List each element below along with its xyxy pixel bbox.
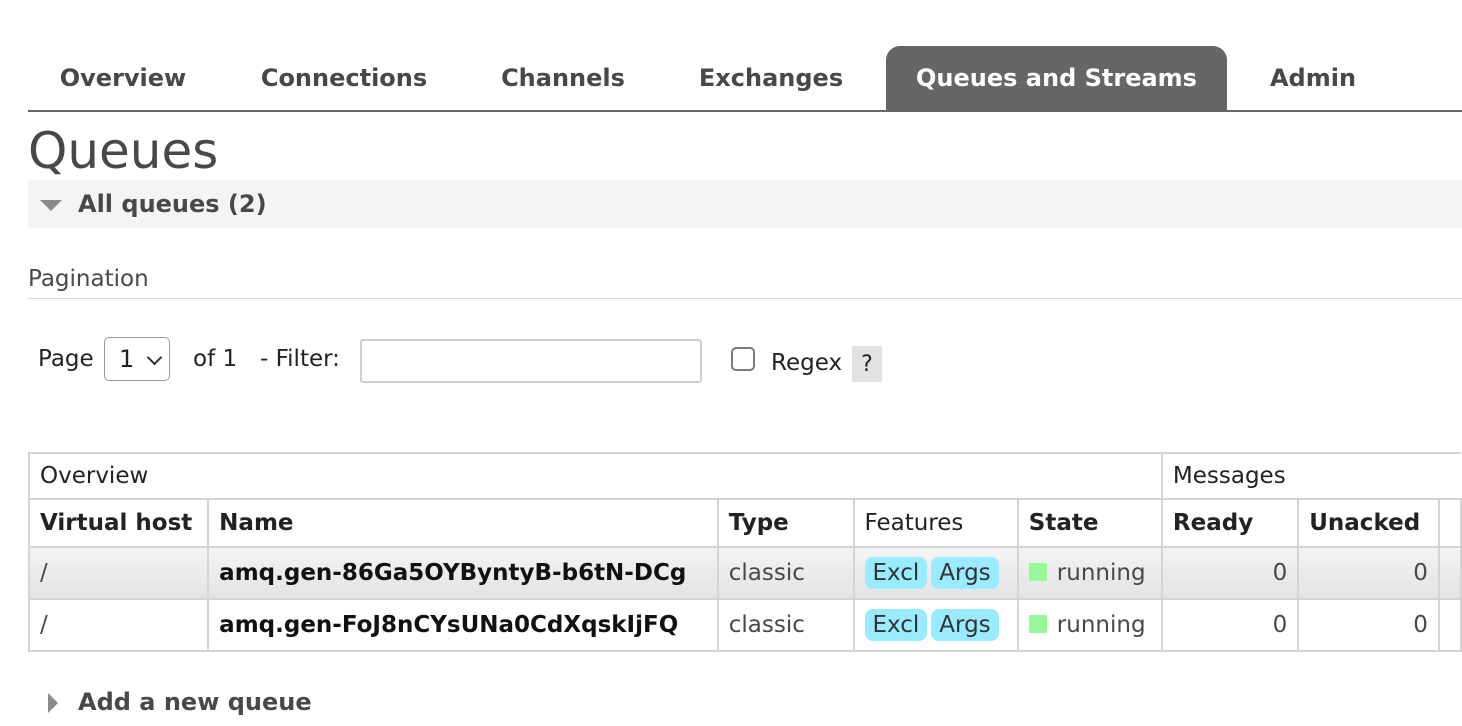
overview-group-header: Overview [28, 452, 1163, 500]
column-header-row: Virtual host Name Type Features State Re… [27, 498, 1462, 548]
col-name[interactable]: Name [207, 498, 719, 548]
all-queues-section-toggle[interactable]: All queues (2) [28, 180, 1462, 228]
features-cell: Excl Args [852, 546, 1019, 600]
add-new-queue-label: Add a new queue [78, 688, 312, 716]
ready-cell: 0 [1160, 598, 1300, 652]
overflow-cell [1437, 546, 1462, 600]
tab-channels[interactable]: Channels [468, 46, 658, 110]
page-select-value: 1 [119, 345, 135, 373]
chevron-down-icon [146, 349, 163, 366]
features-cell: Excl Args [852, 598, 1019, 652]
messages-group-header: Messages [1160, 452, 1461, 500]
expand-triangle-icon [48, 693, 58, 713]
col-unacked[interactable]: Unacked [1297, 498, 1440, 548]
col-type[interactable]: Type [716, 498, 855, 548]
collapse-triangle-icon [40, 200, 62, 211]
state-cell: running [1016, 598, 1163, 652]
pagination-heading: Pagination [28, 266, 149, 292]
filter-input[interactable] [360, 339, 702, 383]
type-cell: classic [716, 598, 855, 652]
vhost-cell: / [27, 546, 210, 600]
tab-admin[interactable]: Admin [1242, 46, 1384, 110]
regex-label: Regex [771, 350, 843, 376]
feature-badge-excl: Excl [864, 609, 928, 641]
add-new-queue-toggle[interactable]: Add a new queue [28, 680, 428, 726]
table-row: / amq.gen-FoJ8nCYsUNa0CdXqskIjFQ classic… [27, 598, 1462, 652]
vhost-cell: / [27, 598, 210, 652]
filter-label: - Filter: [260, 346, 340, 372]
ready-cell: 0 [1160, 546, 1300, 600]
running-status-icon [1028, 563, 1047, 581]
all-queues-heading: All queues (2) [78, 190, 267, 218]
page-count-label: of 1 [193, 346, 238, 372]
page-select[interactable]: 1 [104, 337, 170, 381]
queue-name-link[interactable]: amq.gen-FoJ8nCYsUNa0CdXqskIjFQ [207, 598, 719, 652]
tab-exchanges[interactable]: Exchanges [668, 46, 874, 110]
regex-checkbox[interactable] [731, 347, 755, 371]
col-overflow [1437, 498, 1462, 548]
state-label: running [1056, 560, 1146, 586]
feature-badge-args: Args [931, 609, 999, 641]
page-label: Page [38, 346, 94, 372]
state-label: running [1056, 612, 1146, 638]
col-state[interactable]: State [1016, 498, 1163, 548]
page-title: Queues [28, 122, 219, 180]
feature-badge-args: Args [931, 557, 999, 589]
type-cell: classic [716, 546, 855, 600]
queue-name-link[interactable]: amq.gen-86Ga5OYByntyB-b6tN-DCg [207, 546, 719, 600]
pagination-divider [28, 298, 1462, 299]
col-ready[interactable]: Ready [1160, 498, 1300, 548]
feature-badge-excl: Excl [864, 557, 928, 589]
queues-table: Overview Messages Virtual host Name Type… [27, 452, 1462, 652]
unacked-cell: 0 [1297, 546, 1440, 600]
running-status-icon [1028, 615, 1047, 633]
unacked-cell: 0 [1297, 598, 1440, 652]
tab-queues-and-streams[interactable]: Queues and Streams [886, 46, 1227, 110]
col-features: Features [852, 498, 1019, 548]
column-group-row: Overview Messages [28, 452, 1461, 500]
col-virtual-host[interactable]: Virtual host [27, 498, 210, 548]
tab-connections[interactable]: Connections [228, 46, 460, 110]
regex-help-button[interactable]: ? [852, 346, 882, 382]
state-cell: running [1016, 546, 1163, 600]
tab-overview[interactable]: Overview [28, 46, 218, 110]
table-row: / amq.gen-86Ga5OYByntyB-b6tN-DCg classic… [27, 546, 1462, 600]
main-nav: Overview Connections Channels Exchanges … [28, 46, 1462, 112]
overflow-cell [1437, 598, 1462, 652]
